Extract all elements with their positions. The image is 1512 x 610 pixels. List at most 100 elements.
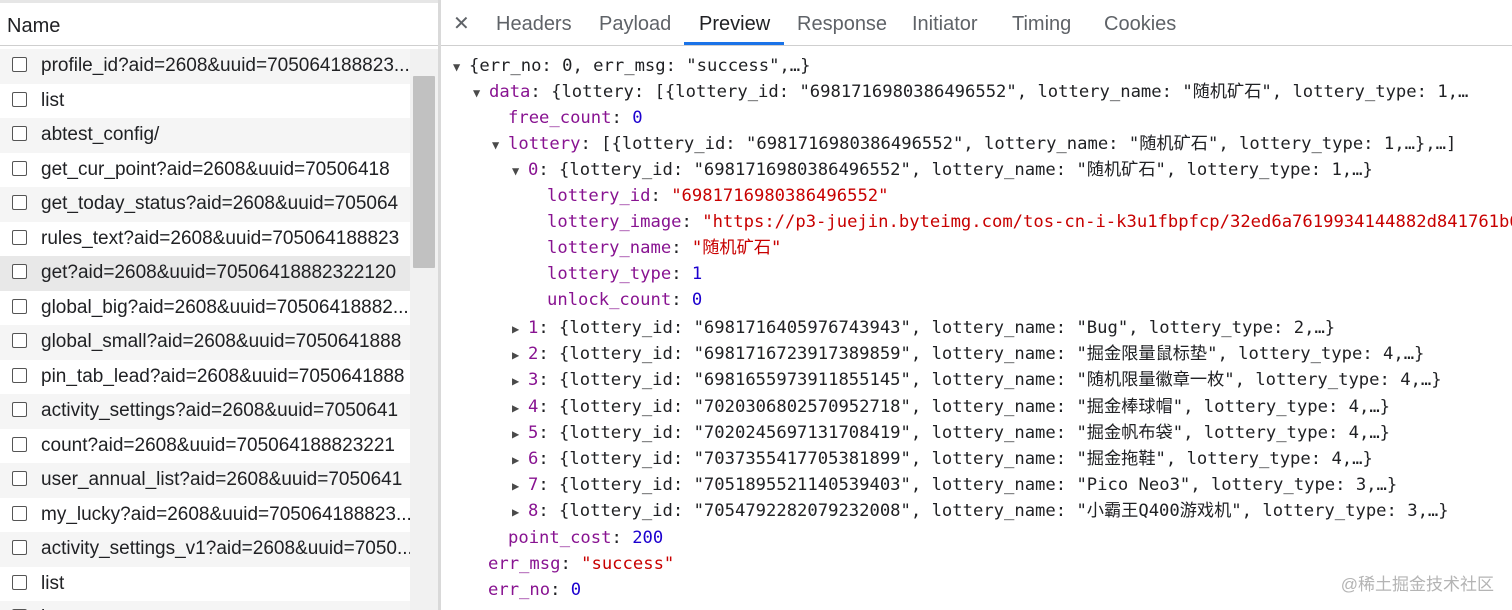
- collapsed-triangle-icon[interactable]: ▶: [512, 343, 528, 367]
- tab-preview[interactable]: Preview: [699, 13, 770, 36]
- tab-payload[interactable]: Payload: [599, 13, 671, 36]
- json-key: 5: [528, 422, 539, 443]
- request-row[interactable]: profile_id?aid=2608&uuid=705064188823...: [0, 49, 410, 84]
- request-checkbox[interactable]: [12, 57, 27, 72]
- request-checkbox[interactable]: [12, 471, 27, 486]
- json-lottery-node[interactable]: ▼ lottery: [{lottery_id: "698171698038649…: [492, 132, 1456, 156]
- request-checkbox[interactable]: [12, 367, 27, 383]
- request-row[interactable]: get_cur_point?aid=2608&uuid=70506418: [0, 153, 410, 188]
- json-string-value: "success": [581, 554, 675, 574]
- request-row[interactable]: activity_settings?aid=2608&uuid=7050641: [0, 394, 410, 429]
- expanded-triangle-icon[interactable]: ▼: [453, 55, 469, 79]
- json-array-item-0[interactable]: ▼ 0: {lottery_id: "6981716980386496552", …: [512, 158, 1373, 182]
- request-name: get_today_status?aid=2608&uuid=705064: [41, 193, 399, 214]
- json-data-node[interactable]: ▼ data: {lottery: [{lottery_id: "69817169…: [473, 80, 1468, 104]
- request-row[interactable]: count?aid=2608&uuid=705064188823221: [0, 429, 410, 464]
- request-row[interactable]: activity_settings_v1?aid=2608&uuid=7050.…: [0, 532, 410, 567]
- request-row[interactable]: my_lucky?aid=2608&uuid=705064188823...: [0, 498, 410, 533]
- expanded-triangle-icon[interactable]: ▼: [473, 81, 489, 105]
- name-column-header[interactable]: Name: [0, 0, 438, 46]
- request-checkbox[interactable]: [12, 540, 27, 555]
- json-number-value: 200: [632, 528, 664, 548]
- json-summary: : {lottery_id: "6981716405976743943", lo…: [538, 318, 1336, 338]
- json-property: err_msg: "success": [488, 554, 675, 574]
- request-checkbox[interactable]: [12, 264, 27, 279]
- request-row[interactable]: l: [0, 601, 410, 610]
- json-property: err_no: 0: [488, 580, 582, 600]
- json-summary: : {lottery_id: "6981716980386496552", lo…: [538, 160, 1373, 180]
- request-checkbox[interactable]: [12, 574, 27, 590]
- request-name: abtest_config/: [41, 124, 160, 145]
- request-row[interactable]: rules_text?aid=2608&uuid=705064188823: [0, 222, 410, 257]
- json-property: point_cost: 200: [508, 528, 664, 548]
- tab-response[interactable]: Response: [797, 13, 887, 36]
- collapsed-triangle-icon[interactable]: ▶: [512, 369, 528, 393]
- request-name: rules_text?aid=2608&uuid=705064188823: [41, 227, 400, 249]
- tab-cookies[interactable]: Cookies: [1104, 13, 1176, 36]
- json-string-value: "随机矿石": [691, 238, 782, 258]
- json-array-item[interactable]: ▶ 7: {lottery_id: "7051895521140539403", …: [512, 473, 1397, 497]
- request-list-scroll-thumb[interactable]: [413, 76, 435, 268]
- request-checkbox[interactable]: [12, 505, 27, 521]
- json-array-item[interactable]: ▶ 6: {lottery_id: "7037355417705381899", …: [512, 447, 1373, 471]
- request-row[interactable]: get_today_status?aid=2608&uuid=705064: [0, 187, 410, 222]
- request-checkbox[interactable]: [12, 91, 27, 107]
- json-key: unlock_count: [547, 290, 672, 310]
- json-key: lottery_id: [547, 186, 651, 206]
- request-row[interactable]: user_annual_list?aid=2608&uuid=7050641: [0, 463, 410, 498]
- request-name: global_big?aid=2608&uuid=70506418882...: [41, 296, 409, 318]
- request-checkbox[interactable]: [12, 160, 27, 176]
- request-checkbox[interactable]: [12, 333, 27, 348]
- json-summary: : {lottery_id: "7037355417705381899", lo…: [538, 449, 1373, 469]
- request-row[interactable]: list: [0, 84, 410, 119]
- request-name: list: [41, 89, 65, 111]
- json-summary: : [{lottery_id: "6981716980386496552", l…: [580, 134, 1457, 154]
- json-key: lottery_name: [547, 238, 672, 258]
- request-row[interactable]: pin_tab_lead?aid=2608&uuid=7050641888: [0, 360, 410, 395]
- collapsed-triangle-icon[interactable]: ▶: [512, 422, 528, 446]
- detail-panel: ✕ Headers Payload Preview Response Initi…: [441, 0, 1512, 610]
- request-row[interactable]: global_big?aid=2608&uuid=70506418882...: [0, 291, 410, 326]
- watermark: @稀土掘金技术社区: [1340, 575, 1494, 594]
- tab-timing[interactable]: Timing: [1012, 13, 1071, 36]
- collapsed-triangle-icon[interactable]: ▶: [512, 448, 528, 472]
- json-key: 6: [528, 449, 539, 469]
- collapsed-triangle-icon[interactable]: ▶: [512, 474, 528, 498]
- json-key: 7: [528, 475, 539, 496]
- json-key: 3: [528, 370, 539, 391]
- request-name: profile_id?aid=2608&uuid=705064188823...: [41, 55, 410, 76]
- request-checkbox[interactable]: [12, 126, 27, 141]
- json-number-value: 0: [632, 108, 643, 128]
- request-checkbox[interactable]: [12, 229, 27, 245]
- request-name: global_small?aid=2608&uuid=7050641888: [41, 331, 402, 352]
- request-row[interactable]: global_small?aid=2608&uuid=7050641888: [0, 325, 410, 360]
- json-array-item[interactable]: ▶ 5: {lottery_id: "7020245697131708419", …: [512, 421, 1390, 445]
- expanded-triangle-icon[interactable]: ▼: [492, 133, 508, 157]
- json-number-value: 0: [691, 290, 703, 310]
- request-checkbox[interactable]: [12, 402, 27, 417]
- json-array-item[interactable]: ▶ 3: {lottery_id: "6981655973911855145", …: [512, 368, 1442, 392]
- json-array-item[interactable]: ▶ 1: {lottery_id: "6981716405976743943", …: [512, 316, 1335, 340]
- tab-headers[interactable]: Headers: [496, 13, 572, 36]
- collapsed-triangle-icon[interactable]: ▶: [512, 500, 528, 524]
- expanded-triangle-icon[interactable]: ▼: [512, 159, 528, 183]
- close-icon[interactable]: ✕: [453, 11, 470, 36]
- request-checkbox[interactable]: [12, 436, 27, 452]
- name-column-title: Name: [7, 15, 61, 37]
- request-checkbox[interactable]: [12, 195, 27, 210]
- tab-initiator[interactable]: Initiator: [912, 13, 978, 36]
- request-row[interactable]: get?aid=2608&uuid=70506418882322120: [0, 256, 410, 291]
- json-summary: : {lottery_id: "7020245697131708419", lo…: [538, 422, 1391, 443]
- json-array-item[interactable]: ▶ 8: {lottery_id: "7054792282079232008", …: [512, 499, 1449, 523]
- request-name: list: [41, 572, 65, 594]
- request-row[interactable]: abtest_config/: [0, 118, 410, 153]
- request-row[interactable]: list: [0, 567, 410, 602]
- collapsed-triangle-icon[interactable]: ▶: [512, 396, 528, 420]
- json-summary: : {lottery: [{lottery_id: "6981716980386…: [530, 82, 1469, 102]
- json-array-item[interactable]: ▶ 2: {lottery_id: "6981716723917389859", …: [512, 342, 1424, 366]
- request-checkbox[interactable]: [12, 298, 27, 314]
- json-array-item[interactable]: ▶ 4: {lottery_id: "7020306802570952718", …: [512, 395, 1390, 419]
- json-key: 2: [528, 344, 539, 365]
- collapsed-triangle-icon[interactable]: ▶: [512, 317, 528, 341]
- json-root-node[interactable]: ▼ {err_no: 0, err_msg: "success",…}: [453, 54, 810, 78]
